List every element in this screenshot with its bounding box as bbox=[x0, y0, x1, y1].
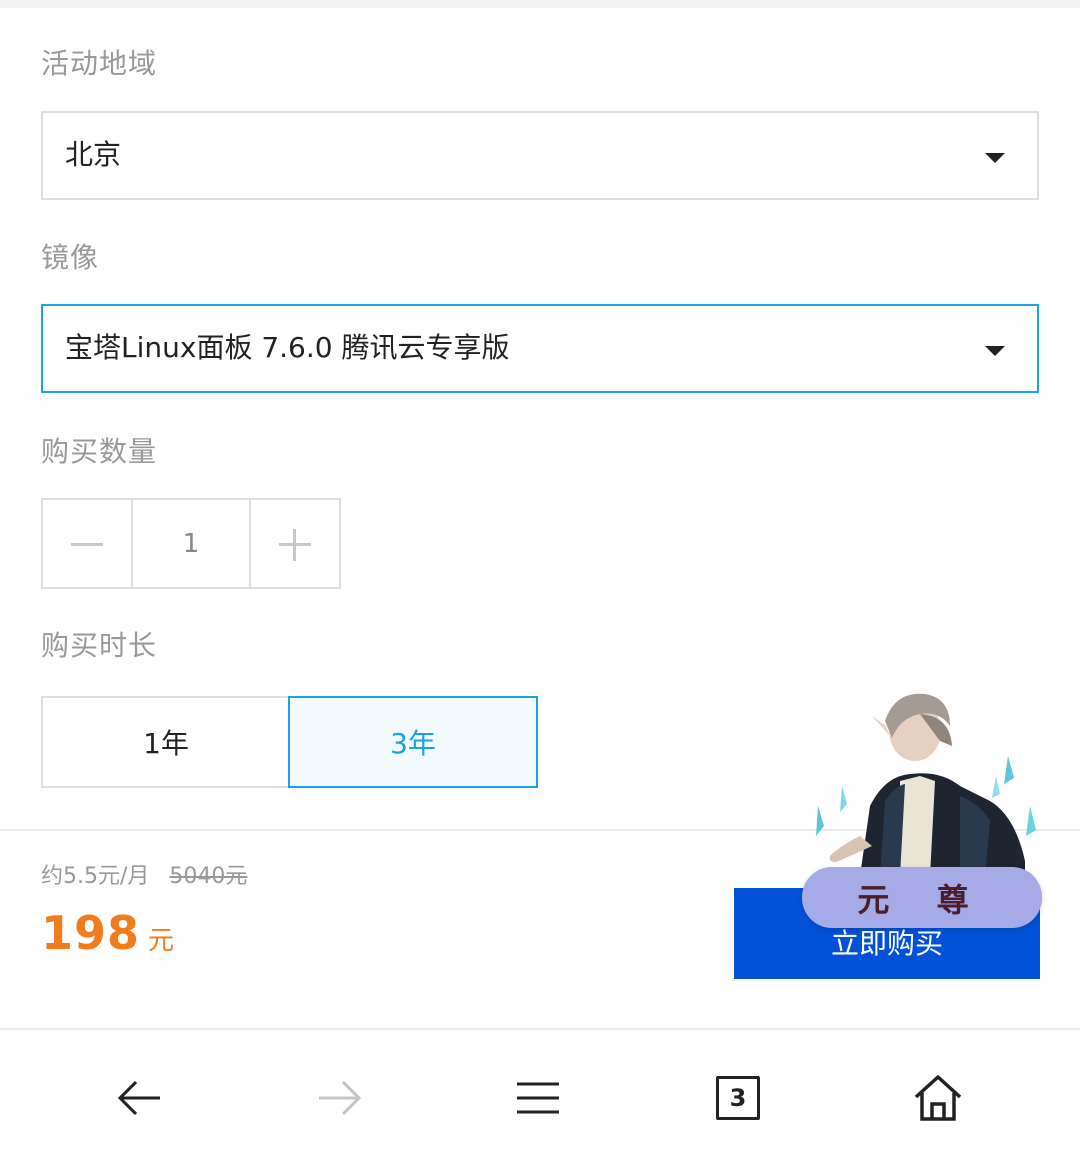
image-label: 镜像 bbox=[41, 241, 100, 274]
caret-down-icon bbox=[985, 153, 1005, 163]
tabs-button[interactable]: 3 bbox=[708, 1068, 768, 1128]
region-select[interactable]: 北京 bbox=[41, 111, 1039, 200]
floating-character-image[interactable] bbox=[800, 686, 1050, 876]
back-button[interactable] bbox=[110, 1068, 170, 1128]
top-strip bbox=[0, 0, 1080, 8]
region-value: 北京 bbox=[65, 138, 122, 171]
quantity-stepper: 1 bbox=[41, 498, 341, 589]
image-select[interactable]: 宝塔Linux面板 7.6.0 腾讯云专享版 bbox=[41, 304, 1039, 393]
image-value: 宝塔Linux面板 7.6.0 腾讯云专享版 bbox=[65, 331, 510, 364]
caret-down-icon bbox=[985, 346, 1005, 356]
region-label: 活动地域 bbox=[41, 47, 158, 80]
forward-button[interactable] bbox=[309, 1068, 369, 1128]
total-price: 198 元 bbox=[41, 906, 174, 960]
forward-arrow-icon bbox=[319, 1080, 362, 1116]
original-price: 5040元 bbox=[169, 864, 248, 889]
duration-option-1-year[interactable]: 1年 bbox=[41, 696, 289, 788]
bottom-nav-bar: 3 bbox=[0, 1030, 1080, 1173]
duration-option-3-year[interactable]: 3年 bbox=[288, 696, 538, 788]
minus-icon bbox=[71, 543, 103, 546]
decrement-button[interactable] bbox=[43, 500, 131, 587]
tabs-icon: 3 bbox=[716, 1076, 760, 1120]
monthly-price-text: 约5.5元/月 bbox=[41, 864, 150, 889]
price-number: 198 bbox=[41, 906, 141, 960]
home-button[interactable] bbox=[908, 1068, 968, 1128]
increment-button[interactable] bbox=[251, 500, 339, 587]
back-arrow-icon bbox=[117, 1080, 160, 1116]
home-icon bbox=[914, 1075, 962, 1121]
monthly-price: 约5.5元/月 5040元 bbox=[41, 858, 247, 890]
menu-icon bbox=[517, 1082, 559, 1114]
quantity-input[interactable]: 1 bbox=[131, 500, 251, 587]
duration-label: 购买时长 bbox=[41, 629, 158, 662]
quantity-label: 购买数量 bbox=[41, 435, 158, 468]
floating-badge[interactable]: 元 尊 bbox=[802, 867, 1042, 928]
price-unit: 元 bbox=[148, 926, 175, 956]
menu-button[interactable] bbox=[508, 1068, 568, 1128]
